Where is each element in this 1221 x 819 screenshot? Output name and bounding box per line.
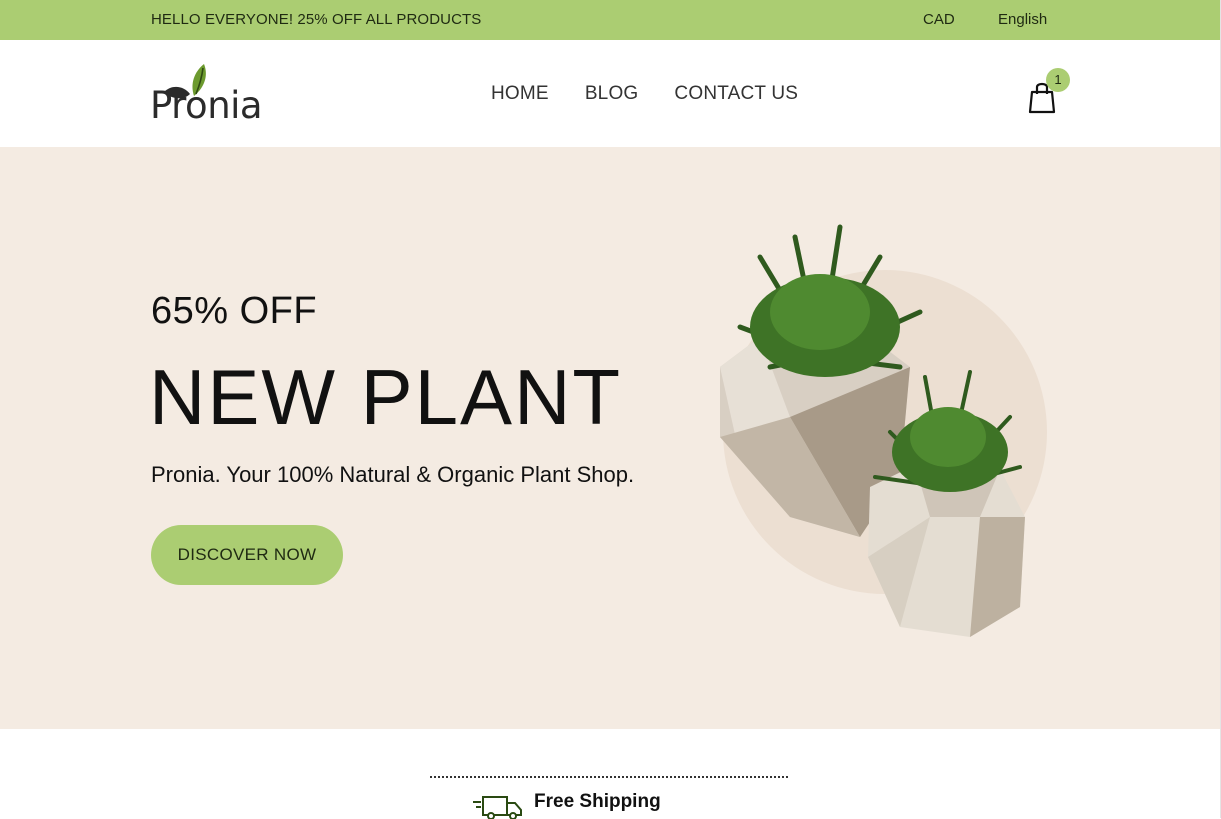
main-nav: HOME BLOG CONTACT US: [491, 83, 798, 105]
hero-title: NEW PLANT: [149, 353, 623, 441]
truck-icon: [473, 796, 522, 819]
promo-text: HELLO EVERYONE! 25% OFF ALL PRODUCTS: [151, 11, 482, 28]
top-promo-bar: HELLO EVERYONE! 25% OFF ALL PRODUCTS CAD…: [0, 0, 1220, 40]
hero-banner: 65% OFF NEW PLANT Pronia. Your 100% Natu…: [0, 147, 1220, 729]
features-strip: Free Shipping: [0, 729, 1220, 819]
potted-plants-image: [720, 224, 1047, 637]
currency-selector[interactable]: CAD: [923, 11, 955, 28]
language-selector[interactable]: English: [998, 11, 1047, 28]
hero-tagline: Pronia. Your 100% Natural & Organic Plan…: [151, 462, 635, 487]
cart-button[interactable]: 1: [1028, 68, 1072, 116]
dotted-divider: [430, 776, 788, 778]
nav-blog[interactable]: BLOG: [585, 83, 639, 105]
nav-contact-us[interactable]: CONTACT US: [674, 83, 798, 105]
logo-text: Pronia: [150, 84, 263, 127]
cart-count-badge: 1: [1046, 68, 1070, 92]
free-shipping-label: Free Shipping: [534, 791, 661, 812]
nav-home[interactable]: HOME: [491, 83, 549, 105]
site-logo[interactable]: Pronia: [150, 62, 266, 127]
hero-offer: 65% OFF: [151, 290, 318, 332]
site-header: Pronia HOME BLOG CONTACT US 1: [0, 40, 1220, 147]
discover-now-button[interactable]: DISCOVER NOW: [151, 525, 343, 585]
